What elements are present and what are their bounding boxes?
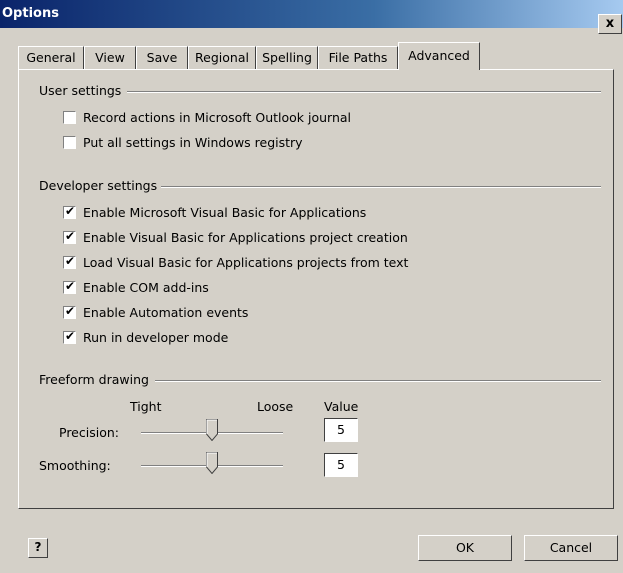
checkbox-label: Put all settings in Windows registry <box>83 135 303 150</box>
checkbox-box[interactable]: ✔ <box>63 279 76 294</box>
precision-label: Precision: <box>59 425 119 440</box>
user-settings-divider <box>127 91 601 93</box>
checkbox-label: Run in developer mode <box>83 330 229 345</box>
checkbox-box[interactable] <box>63 136 76 149</box>
tab-regional[interactable]: Regional <box>188 46 256 69</box>
smoothing-label: Smoothing: <box>39 458 111 473</box>
precision-slider-thumb[interactable] <box>206 419 218 441</box>
user-settings-heading: User settings <box>39 83 122 98</box>
close-button[interactable]: x <box>598 14 622 34</box>
smoothing-value-field[interactable]: 5 <box>324 453 358 477</box>
checkbox-label: Record actions in Microsoft Outlook jour… <box>83 110 352 125</box>
ok-button[interactable]: OK <box>418 535 512 561</box>
check-icon: ✔ <box>65 329 76 343</box>
title-bar[interactable]: Options <box>0 0 623 28</box>
checkbox-label: Enable Microsoft Visual Basic for Applic… <box>83 205 367 220</box>
developer-settings-divider <box>161 186 601 188</box>
checkbox-label: Enable Visual Basic for Applications pro… <box>83 230 408 245</box>
tight-label: Tight <box>130 399 162 414</box>
checkbox-box[interactable]: ✔ <box>63 254 76 269</box>
check-icon: ✔ <box>65 229 76 243</box>
developer-settings-heading: Developer settings <box>39 178 158 193</box>
checkbox-label: Load Visual Basic for Applications proje… <box>83 255 409 270</box>
checkbox-box[interactable] <box>63 111 76 124</box>
close-icon: x <box>605 16 615 31</box>
checkbox-box[interactable]: ✔ <box>63 304 76 319</box>
value-label: Value <box>324 399 359 414</box>
tab-file-paths[interactable]: File Paths <box>318 46 398 69</box>
tab-advanced[interactable]: Advanced <box>398 42 480 70</box>
smoothing-slider-thumb[interactable] <box>206 452 218 474</box>
window-title: Options <box>2 6 59 21</box>
checkbox-box[interactable]: ✔ <box>63 329 76 344</box>
help-icon: ? <box>34 540 42 554</box>
check-icon: ✔ <box>65 204 76 218</box>
checkbox-label: Enable Automation events <box>83 305 249 320</box>
freeform-drawing-divider <box>155 380 601 382</box>
tab-view[interactable]: View <box>84 46 136 69</box>
tab-spelling[interactable]: Spelling <box>256 46 318 69</box>
advanced-panel: User settings Record actions in Microsof… <box>18 69 614 509</box>
check-icon: ✔ <box>65 279 76 293</box>
cancel-button[interactable]: Cancel <box>524 535 618 561</box>
freeform-drawing-heading: Freeform drawing <box>39 372 149 387</box>
check-icon: ✔ <box>65 254 76 268</box>
precision-value-field[interactable]: 5 <box>324 418 358 442</box>
checkbox-label: Enable COM add-ins <box>83 280 209 295</box>
check-icon: ✔ <box>65 304 76 318</box>
tab-general[interactable]: General <box>18 46 84 69</box>
tab-save[interactable]: Save <box>136 46 188 69</box>
checkbox-box[interactable]: ✔ <box>63 229 76 244</box>
loose-label: Loose <box>257 399 294 414</box>
options-dialog: Options x General View Save Regional Spe… <box>0 0 623 573</box>
help-button[interactable]: ? <box>28 538 48 558</box>
checkbox-box[interactable]: ✔ <box>63 204 76 219</box>
